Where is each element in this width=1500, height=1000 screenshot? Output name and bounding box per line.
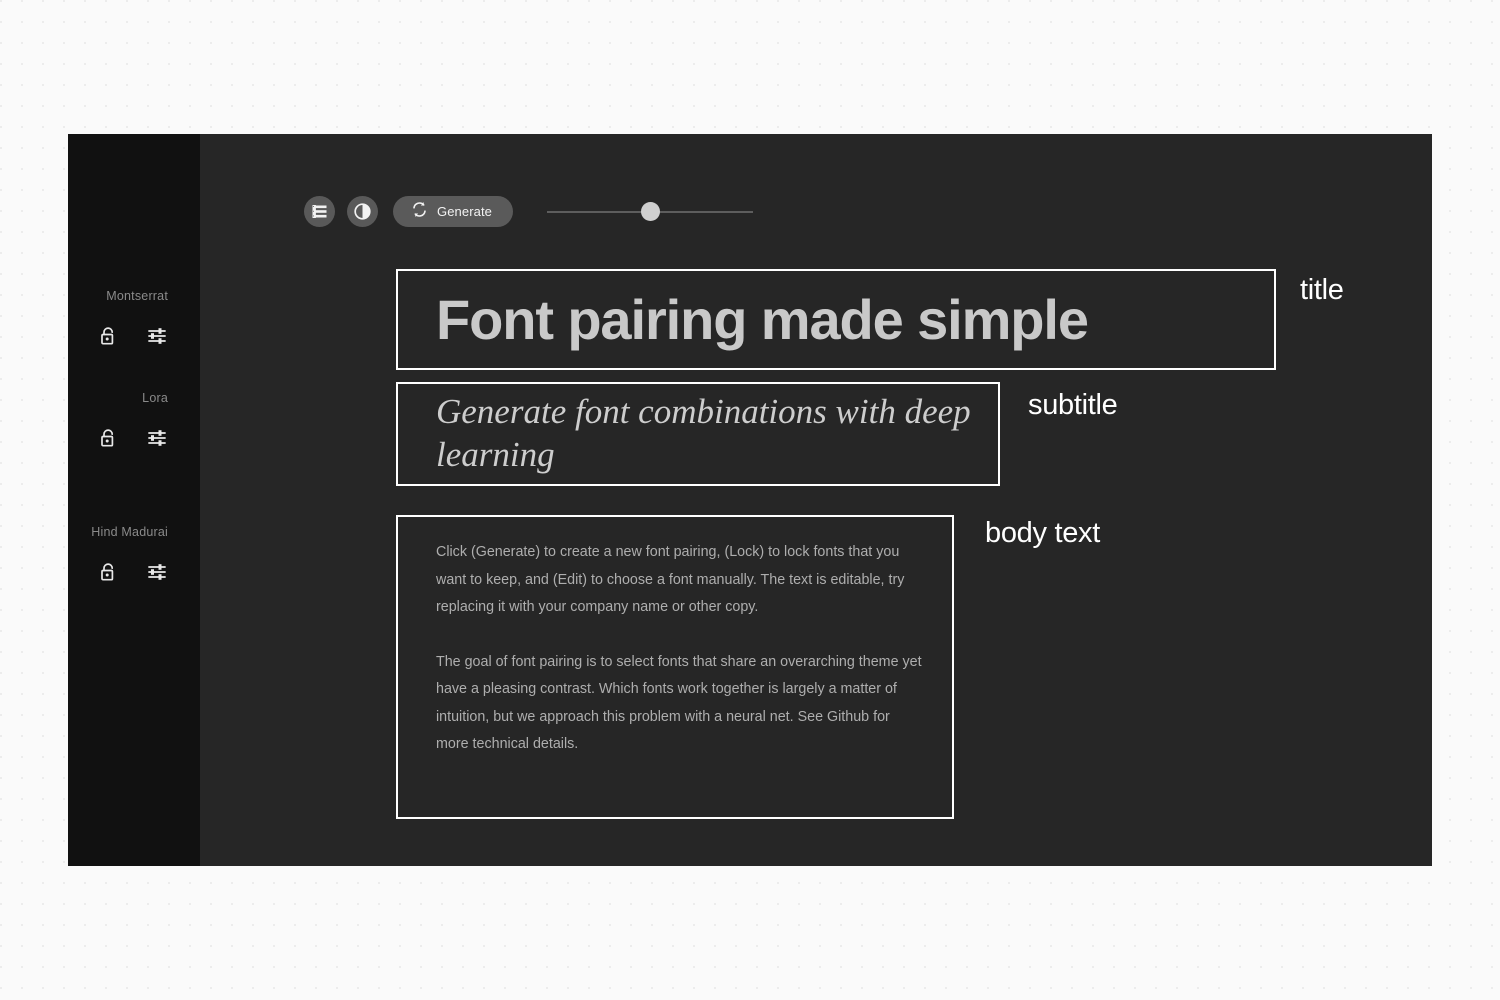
body-paragraph[interactable]: The goal of font pairing is to select fo… [436, 649, 922, 759]
tune-icon[interactable] [144, 425, 170, 451]
list-icon[interactable] [304, 196, 335, 227]
generate-label: Generate [437, 204, 493, 219]
font-slot-montserrat: Montserrat [68, 289, 200, 349]
annotation-subtitle: subtitle [1028, 389, 1118, 421]
annotation-body-text: body text [985, 517, 1100, 549]
font-name-label: Lora [142, 391, 168, 405]
font-controls [68, 559, 200, 585]
generate-button[interactable]: Generate [393, 196, 514, 227]
annotation-title: title [1300, 274, 1344, 306]
main-panel: Generate Font pairing made simple Genera… [200, 134, 1432, 866]
tune-icon[interactable] [144, 559, 170, 585]
sidebar: Montserrat Lora Hind Madurai [68, 134, 200, 866]
subtitle-text-box[interactable]: Generate font combinations with deep lea… [396, 382, 1000, 486]
size-slider[interactable] [547, 198, 754, 226]
font-controls [68, 323, 200, 349]
unlock-icon[interactable] [96, 559, 122, 585]
subtitle-text[interactable]: Generate font combinations with deep lea… [398, 391, 998, 476]
font-slot-hind-madurai: Hind Madurai [68, 525, 200, 585]
title-text-box[interactable]: Font pairing made simple [396, 269, 1276, 370]
toolbar: Generate [304, 196, 754, 227]
tune-icon[interactable] [144, 323, 170, 349]
font-name-label: Montserrat [106, 289, 168, 303]
body-paragraph[interactable]: Click (Generate) to create a new font pa… [436, 539, 922, 622]
contrast-icon[interactable] [347, 196, 378, 227]
title-text[interactable]: Font pairing made simple [398, 291, 1089, 348]
unlock-icon[interactable] [96, 425, 122, 451]
font-name-label: Hind Madurai [91, 525, 168, 539]
unlock-icon[interactable] [96, 323, 122, 349]
font-controls [68, 425, 200, 451]
slider-thumb[interactable] [640, 202, 660, 221]
font-slot-lora: Lora [68, 391, 200, 451]
refresh-icon [411, 201, 428, 223]
app-window: Montserrat Lora Hind Madurai Generate Fo… [68, 134, 1432, 866]
body-text-box[interactable]: Click (Generate) to create a new font pa… [396, 515, 954, 819]
